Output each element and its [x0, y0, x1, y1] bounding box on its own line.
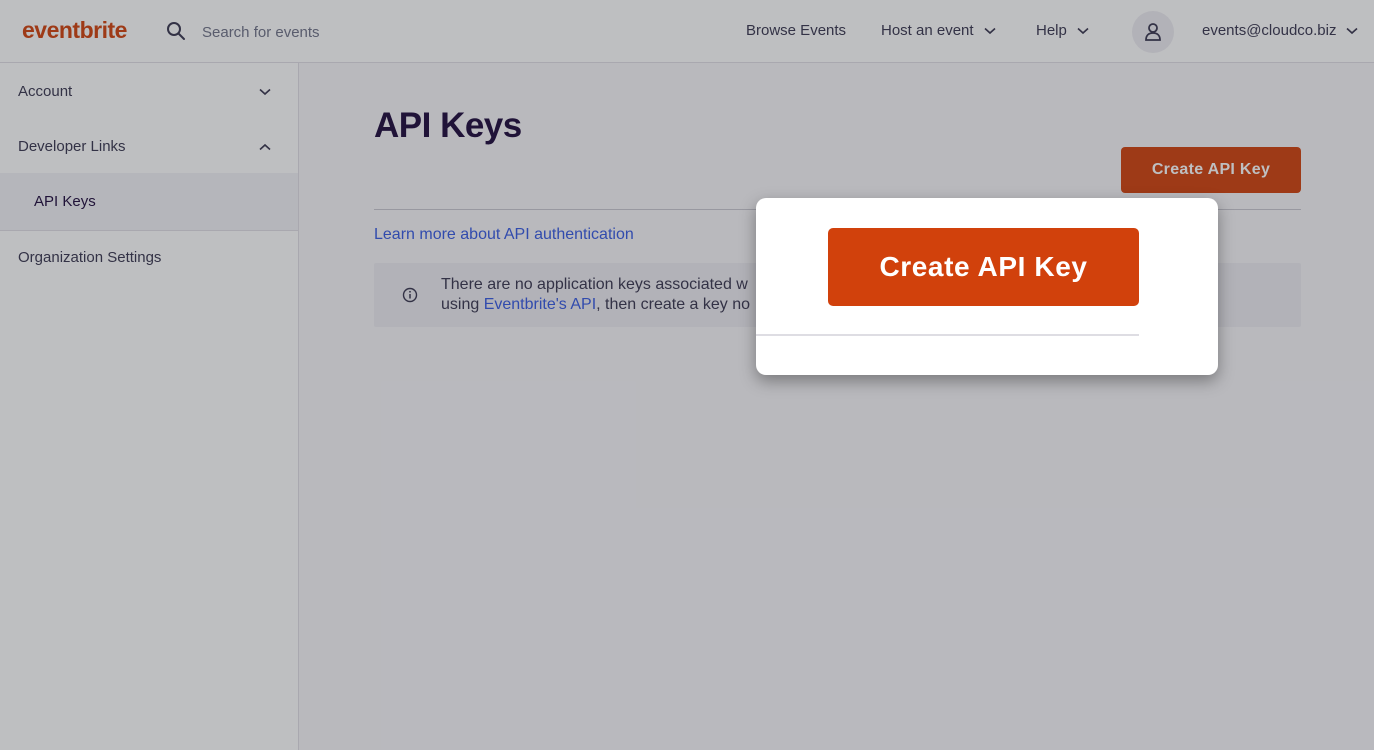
app-window: eventbrite Browse Events Host an event H… [0, 0, 1374, 750]
zoom-callout: Create API Key [756, 198, 1218, 375]
create-api-key-button-zoomed[interactable]: Create API Key [828, 228, 1139, 306]
dim-overlay [0, 0, 1374, 750]
zoom-divider [756, 334, 1139, 336]
